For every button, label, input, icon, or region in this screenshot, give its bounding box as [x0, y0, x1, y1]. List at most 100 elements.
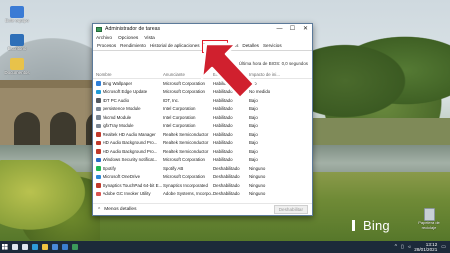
- tab-rendimiento[interactable]: Rendimiento: [118, 42, 148, 50]
- app-name: Microsoft Edge Update: [102, 89, 148, 95]
- tab-servicios[interactable]: Servicios: [261, 42, 284, 50]
- tab-procesos[interactable]: Procesos: [95, 42, 118, 50]
- cell-state: Habilitado: [213, 106, 233, 112]
- windows-logo-icon: [2, 244, 8, 250]
- table-row[interactable]: Adobe GC Invoker Utility Adobe Systems, I…: [93, 190, 312, 199]
- task-manager-app-icon: [96, 26, 102, 32]
- taskbar-task-view-button[interactable]: [20, 241, 30, 253]
- app-name: igfxTray Module: [102, 123, 134, 129]
- cell-name: Microsoft OneDrive: [93, 174, 163, 179]
- task-manager-icon: [72, 244, 78, 250]
- app-name: hkcmd Module: [102, 114, 132, 120]
- maximize-button[interactable]: ☐: [286, 24, 299, 34]
- cell-impact: Bajo: [249, 157, 258, 163]
- cell-publisher: Realtek Semiconductor: [163, 140, 209, 146]
- cell-impact: Bajo: [249, 140, 258, 146]
- table-row[interactable]: Synaptics TouchPad 64-bit E... Synaptics …: [93, 181, 312, 190]
- taskbar-apps: [10, 241, 80, 253]
- cell-state: Habilitado: [213, 140, 233, 146]
- app-name: Spotify: [102, 165, 116, 171]
- table-row[interactable]: Microsoft OneDrive Microsoft Corporation D…: [93, 173, 312, 182]
- taskbar-store-button[interactable]: [50, 241, 60, 253]
- taskbar-search-button[interactable]: [10, 241, 20, 253]
- clock[interactable]: 13:12 28/01/2021: [414, 242, 437, 252]
- start-button[interactable]: [0, 241, 10, 253]
- desktop-icon-label: Este equipo: [5, 18, 29, 23]
- cell-name: Adobe GC Invoker Utility: [93, 191, 163, 196]
- app-icon: [96, 81, 101, 86]
- app-icon: [96, 183, 101, 188]
- app-name: HD Audio Background Pro...: [102, 148, 158, 154]
- network-icon[interactable]: ▯: [401, 244, 404, 250]
- app-icon: [96, 166, 101, 171]
- cell-publisher: Intel Corporation: [163, 114, 196, 120]
- desktop-icon-documents[interactable]: Documentos: [2, 58, 32, 75]
- cell-state: Habilitado: [213, 131, 233, 137]
- cell-impact: Bajo: [249, 148, 258, 154]
- cell-impact: Ninguno: [249, 165, 266, 171]
- desktop-icon-desktop[interactable]: Escritorio: [2, 34, 32, 51]
- menu-vista[interactable]: Vista: [144, 36, 155, 41]
- wallpaper-bushes: [0, 160, 100, 240]
- menu-archivo[interactable]: Archivo: [96, 36, 112, 41]
- cell-impact: Ninguno: [249, 174, 266, 180]
- column-header-name[interactable]: Nombre: [93, 72, 163, 77]
- app-name: Synaptics TouchPad 64-bit E...: [102, 182, 163, 188]
- chevron-up-icon[interactable]: ^: [395, 244, 397, 250]
- taskbar: ^ ▯ ◃ 13:12 28/01/2021 ▭: [0, 241, 450, 253]
- cell-name: Spotify: [93, 166, 163, 171]
- cell-name: hkcmd Module: [93, 115, 163, 120]
- taskbar-file-explorer-button[interactable]: [40, 241, 50, 253]
- table-row[interactable]: HD Audio Background Pro... Realtek Semico…: [93, 147, 312, 156]
- cell-state: Habilitado: [213, 148, 233, 154]
- app-icon: [96, 140, 101, 145]
- cell-impact: Ninguno: [249, 182, 266, 188]
- table-row[interactable]: HD Audio Background Pro... Realtek Semico…: [93, 139, 312, 148]
- close-button[interactable]: ✕: [299, 24, 312, 34]
- app-icon: [96, 132, 101, 137]
- app-name: Microsoft OneDrive: [102, 174, 141, 180]
- app-icon: [96, 123, 101, 128]
- table-row[interactable]: Spotify Spotify AB Deshabilitado Ninguno: [93, 164, 312, 173]
- desktop-icon-this-pc[interactable]: Este equipo: [2, 6, 32, 23]
- notifications-icon[interactable]: ▭: [441, 244, 446, 250]
- title-bar[interactable]: Administrador de tareas — ☐ ✕: [93, 24, 312, 34]
- taskbar-task-manager-button[interactable]: [70, 241, 80, 253]
- table-row[interactable]: Windows Security notificat... Microsoft C…: [93, 156, 312, 165]
- volume-icon[interactable]: ◃: [408, 244, 411, 250]
- cell-publisher: Realtek Semiconductor: [163, 148, 209, 154]
- cell-publisher: Synaptics Incorporated: [163, 182, 208, 188]
- app-name: Adobe GC Invoker Utility: [102, 191, 151, 197]
- taskbar-edge-button[interactable]: [30, 241, 40, 253]
- cell-name: Windows Security notificat...: [93, 157, 163, 162]
- disable-button[interactable]: Deshabilitar: [273, 205, 308, 214]
- tab-historial[interactable]: Historial de aplicaciones: [148, 42, 202, 50]
- bing-watermark: Bing: [352, 218, 390, 233]
- cell-state: Deshabilitado: [213, 165, 240, 171]
- app-icon: [96, 89, 101, 94]
- cell-publisher: Microsoft Corporation: [163, 157, 205, 163]
- app-icon: [96, 149, 101, 154]
- less-details-link[interactable]: ⌃ Menos detalles: [97, 207, 136, 213]
- table-row[interactable]: hkcmd Module Intel Corporation Habilitado B…: [93, 113, 312, 122]
- cell-impact: Bajo: [249, 131, 258, 137]
- app-name: IDT PC Audio: [102, 97, 130, 103]
- minimize-button[interactable]: —: [273, 24, 286, 34]
- file-explorer-icon: [42, 244, 48, 250]
- desktop-icon-recycle-bin[interactable]: Papelera de reciclaje: [418, 208, 440, 230]
- menu-opciones[interactable]: Opciones: [118, 36, 138, 41]
- footer: ⌃ Menos detalles Deshabilitar: [93, 203, 312, 215]
- taskbar-mail-button[interactable]: [60, 241, 70, 253]
- cell-publisher: Intel Corporation: [163, 123, 196, 129]
- cell-name: Synaptics TouchPad 64-bit E...: [93, 183, 163, 188]
- desktop-icon-label: Papelera de reciclaje: [418, 220, 440, 230]
- table-row[interactable]: Realtek HD Audio Manager Realtek Semicond…: [93, 130, 312, 139]
- cell-publisher: Adobe Systems, Incorpo...: [163, 191, 213, 197]
- cell-state: Deshabilitado: [213, 174, 240, 180]
- mail-icon: [62, 244, 68, 250]
- app-icon: [96, 191, 101, 196]
- cell-publisher: Realtek Semiconductor: [163, 131, 209, 137]
- app-icon: [96, 174, 101, 179]
- table-row[interactable]: igfxTray Module Intel Corporation Habilita…: [93, 122, 312, 131]
- cell-name: persistence Module: [93, 106, 163, 111]
